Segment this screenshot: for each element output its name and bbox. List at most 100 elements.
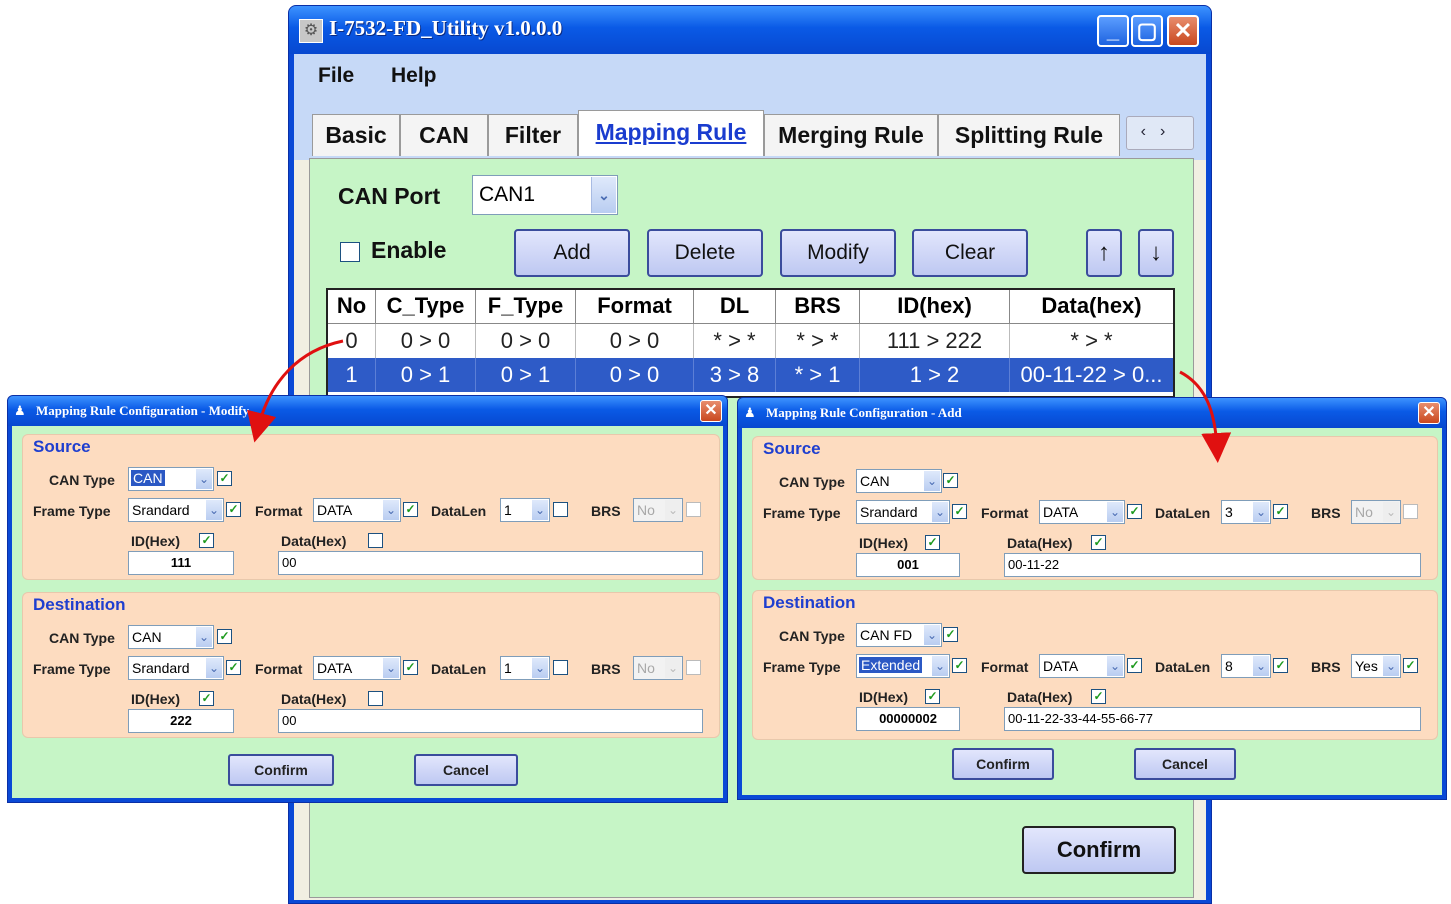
src-brs-select[interactable]: No ⌄ [1351,500,1401,524]
dst-format-select[interactable]: DATA ⌄ [313,656,401,680]
dst-brs-select[interactable]: No ⌄ [633,656,683,680]
menu-help[interactable]: Help [391,64,437,88]
grid-header-format[interactable]: Format [576,290,694,324]
mapping-rule-grid[interactable]: No C_Type F_Type Format DL BRS ID(hex) D… [326,288,1175,398]
src-data-checkbox[interactable]: ✓ [1091,535,1106,550]
src-frame-type-checkbox[interactable]: ✓ [952,504,967,519]
dst-frame-type-select[interactable]: Extended ⌄ [856,654,950,678]
src-data-input[interactable]: 00-11-22 [1004,553,1421,577]
brs-label: BRS [591,503,621,519]
dst-brs-checkbox[interactable]: ✓ [1403,658,1418,673]
tab-splitting-rule[interactable]: Splitting Rule [938,114,1120,156]
tab-can[interactable]: CAN [400,114,488,156]
modify-confirm-button[interactable]: Confirm [228,754,334,786]
dst-can-type-select[interactable]: CAN ⌄ [128,625,214,649]
src-frame-type-checkbox[interactable]: ✓ [226,502,241,517]
grid-header-f-type[interactable]: F_Type [476,290,576,324]
grid-header-no[interactable]: No [328,290,376,324]
tab-filter[interactable]: Filter [488,114,578,156]
dst-can-type-select[interactable]: CAN FD ⌄ [856,623,942,647]
tab-mapping-rule[interactable]: Mapping Rule [578,110,764,156]
close-icon[interactable]: ✕ [1418,402,1440,424]
tab-merging-rule[interactable]: Merging Rule [764,114,938,156]
grid-cell: * > * [1070,328,1113,353]
src-datalen-checkbox[interactable] [553,502,568,517]
dst-datalen-checkbox[interactable]: ✓ [1273,658,1288,673]
dst-id-input[interactable]: 222 [128,709,234,733]
add-confirm-button[interactable]: Confirm [952,748,1054,780]
dst-frame-type-checkbox[interactable]: ✓ [952,658,967,673]
src-brs-checkbox[interactable] [1403,504,1418,519]
enable-checkbox[interactable] [340,242,360,262]
main-confirm-button[interactable]: Confirm [1022,826,1176,874]
src-can-type-select[interactable]: CAN ⌄ [128,467,214,491]
dst-brs-select[interactable]: Yes ⌄ [1351,654,1401,678]
dst-brs-checkbox[interactable] [686,660,701,675]
grid-header-dl[interactable]: DL [694,290,776,324]
src-id-checkbox[interactable]: ✓ [199,533,214,548]
src-id-checkbox[interactable]: ✓ [925,535,940,550]
dst-can-type-checkbox[interactable]: ✓ [943,627,958,642]
modify-cancel-button[interactable]: Cancel [414,754,518,786]
menu-file[interactable]: File [318,64,354,88]
dst-datalen-select[interactable]: 8 ⌄ [1221,654,1271,678]
add-button[interactable]: Add [514,229,630,277]
dst-data-checkbox[interactable]: ✓ [1091,689,1106,704]
src-id-input[interactable]: 001 [856,553,960,577]
src-datalen-select[interactable]: 1 ⌄ [500,498,550,522]
dst-frame-type-checkbox[interactable]: ✓ [226,660,241,675]
grid-header-id-hex[interactable]: ID(hex) [860,290,1010,324]
minimize-button[interactable]: _ [1097,15,1129,47]
close-icon[interactable]: ✕ [700,400,722,422]
dst-datalen-checkbox[interactable] [553,660,568,675]
clear-button[interactable]: Clear [912,229,1028,277]
src-can-type-checkbox[interactable]: ✓ [217,471,232,486]
close-button[interactable]: ✕ [1167,15,1199,47]
src-brs-select[interactable]: No ⌄ [633,498,683,522]
src-frame-type-select[interactable]: Srandard ⌄ [128,498,224,522]
tab-basic[interactable]: Basic [312,114,400,156]
dst-data-input[interactable]: 00 [278,709,703,733]
delete-button[interactable]: Delete [647,229,763,277]
src-can-type-select[interactable]: CAN ⌄ [856,469,942,493]
src-datalen-checkbox[interactable]: ✓ [1273,504,1288,519]
src-frame-type-select[interactable]: Srandard ⌄ [856,500,950,524]
main-title-bar[interactable]: ⚙ I-7532-FD_Utility v1.0.0.0 _ ▢ ✕ [289,6,1211,54]
src-data-checkbox[interactable] [368,533,383,548]
tab-scroll-arrows[interactable]: ‹› [1126,116,1194,150]
dst-format-select[interactable]: DATA ⌄ [1039,654,1125,678]
move-up-button[interactable]: ↑ [1086,229,1122,277]
grid-header-c-type[interactable]: C_Type [376,290,476,324]
move-down-button[interactable]: ↓ [1138,229,1174,277]
dst-format-checkbox[interactable]: ✓ [403,660,418,675]
modify-dialog-title-bar[interactable]: ♟ Mapping Rule Configuration - Modify ✕ [8,396,727,426]
dst-id-checkbox[interactable]: ✓ [925,689,940,704]
add-dialog-title-bar[interactable]: ♟ Mapping Rule Configuration - Add ✕ [738,398,1446,428]
src-format-checkbox[interactable]: ✓ [1127,504,1142,519]
src-frame-type-value: Srandard [860,504,918,520]
dst-datalen-select[interactable]: 1 ⌄ [500,656,550,680]
src-data-input[interactable]: 00 [278,551,703,575]
dst-id-input[interactable]: 00000002 [856,707,960,731]
grid-header-data-hex[interactable]: Data(hex) [1010,290,1173,324]
src-format-select[interactable]: DATA ⌄ [313,498,401,522]
src-brs-checkbox[interactable] [686,502,701,517]
src-id-input[interactable]: 111 [128,551,234,575]
maximize-button[interactable]: ▢ [1131,15,1163,47]
chevron-down-icon: ⌄ [1253,656,1269,676]
src-format-select[interactable]: DATA ⌄ [1039,500,1125,524]
can-port-select[interactable]: CAN1 ⌄ [472,175,618,215]
src-format-checkbox[interactable]: ✓ [403,502,418,517]
dst-format-checkbox[interactable]: ✓ [1127,658,1142,673]
modify-button[interactable]: Modify [780,229,896,277]
dst-can-type-checkbox[interactable]: ✓ [217,629,232,644]
grid-header-brs[interactable]: BRS [776,290,860,324]
dst-id-checkbox[interactable]: ✓ [199,691,214,706]
add-cancel-button[interactable]: Cancel [1134,748,1236,780]
src-datalen-select[interactable]: 3 ⌄ [1221,500,1271,524]
dst-data-input[interactable]: 00-11-22-33-44-55-66-77 [1004,707,1421,731]
data-hex-label: Data(Hex) [1007,689,1073,705]
dst-data-checkbox[interactable] [368,691,383,706]
dst-frame-type-select[interactable]: Srandard ⌄ [128,656,224,680]
src-can-type-checkbox[interactable]: ✓ [943,473,958,488]
